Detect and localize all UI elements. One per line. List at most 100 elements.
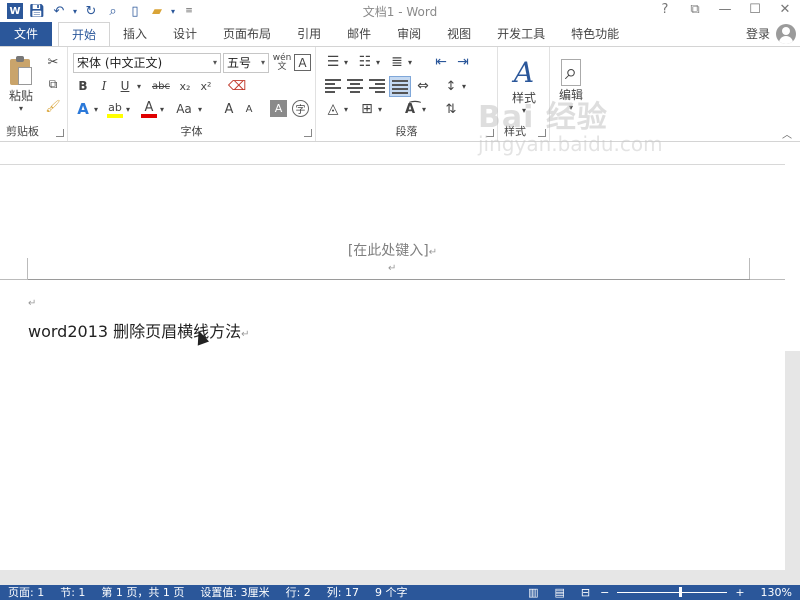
tab-7[interactable]: 视图: [434, 22, 484, 46]
change-case-button[interactable]: Aa: [172, 99, 196, 119]
styles-launcher-icon[interactable]: [538, 129, 546, 137]
numbering-icon[interactable]: ☷: [356, 53, 374, 71]
tab-3[interactable]: 页面布局: [210, 22, 284, 46]
status-section[interactable]: 节: 1: [52, 585, 93, 600]
distributed-align-icon[interactable]: ⇔: [414, 77, 432, 95]
multilevel-dropdown-icon[interactable]: ▾: [406, 53, 414, 71]
status-column[interactable]: 列: 17: [319, 585, 367, 600]
status-page[interactable]: 页面: 1: [0, 585, 52, 600]
decrease-indent-icon[interactable]: ⇤: [432, 53, 450, 71]
horizontal-scroll-area[interactable]: [0, 570, 800, 585]
tab-5[interactable]: 邮件: [334, 22, 384, 46]
font-launcher-icon[interactable]: [304, 129, 312, 137]
align-right-icon[interactable]: [368, 77, 386, 95]
bullets-icon[interactable]: ☰: [324, 53, 342, 71]
shrink-font-button[interactable]: A: [240, 99, 258, 119]
status-word-count[interactable]: 9 个字: [367, 585, 416, 600]
clear-formatting-icon[interactable]: ⌫: [228, 77, 246, 95]
borders-dropdown-icon[interactable]: ▾: [376, 99, 384, 119]
tab-8[interactable]: 开发工具: [484, 22, 558, 46]
sort-icon[interactable]: ⇅: [442, 99, 460, 119]
tab-2[interactable]: 设计: [160, 22, 210, 46]
bold-button[interactable]: B: [74, 77, 92, 95]
copy-icon[interactable]: ⧉: [44, 75, 62, 93]
zoom-level[interactable]: 130%: [747, 585, 800, 600]
grow-font-button[interactable]: A: [220, 99, 238, 119]
tab-9[interactable]: 特色功能: [558, 22, 632, 46]
character-border-icon[interactable]: A: [294, 54, 311, 71]
vertical-scrollbar[interactable]: [785, 351, 800, 570]
status-line[interactable]: 行: 2: [278, 585, 319, 600]
tab-6[interactable]: 审阅: [384, 22, 434, 46]
empty-paragraph-mark: ↵: [28, 298, 37, 309]
highlight-color-button[interactable]: ab: [106, 99, 124, 119]
header-rule-line: [28, 279, 750, 280]
phonetic-guide-icon[interactable]: wén 文: [273, 53, 292, 73]
tab-0[interactable]: 开始: [58, 22, 111, 47]
zoom-slider-thumb[interactable]: [679, 587, 683, 597]
collapse-ribbon-icon[interactable]: ︿: [780, 127, 794, 141]
format-painter-icon[interactable]: 🖌︎: [44, 97, 62, 115]
enclose-characters-icon[interactable]: 字: [292, 100, 309, 117]
line-spacing-dropdown-icon[interactable]: ▾: [460, 77, 468, 95]
avatar[interactable]: [776, 24, 796, 44]
highlight-dropdown-icon[interactable]: ▾: [124, 99, 132, 119]
styles-button[interactable]: A 样式 ▾: [502, 51, 546, 119]
underline-dropdown-icon[interactable]: ▾: [134, 77, 144, 95]
read-mode-icon[interactable]: ▥: [520, 585, 546, 600]
editing-dropdown-icon: ▾: [568, 102, 573, 112]
borders-icon[interactable]: ⊞: [358, 99, 376, 119]
ribbon-display-options-button[interactable]: ⧉: [680, 0, 710, 20]
numbering-dropdown-icon[interactable]: ▾: [374, 53, 382, 71]
body-text-paragraph[interactable]: word2013 删除页眉横线方法↵: [28, 318, 250, 342]
shading-icon[interactable]: ◬: [324, 99, 342, 119]
status-page-of[interactable]: 第 1 页，共 1 页: [93, 585, 192, 600]
zoom-in-icon[interactable]: +: [733, 585, 746, 600]
page-top-area: [0, 143, 785, 165]
zoom-out-icon[interactable]: −: [598, 585, 611, 600]
align-center-icon[interactable]: [346, 77, 364, 95]
underline-button[interactable]: U: [116, 77, 134, 95]
tab-file[interactable]: 文件: [0, 22, 52, 46]
editing-button[interactable]: ⌕ 编辑 ▾: [554, 51, 588, 119]
multilevel-list-icon[interactable]: ≣: [388, 53, 406, 71]
line-spacing-icon[interactable]: ↕: [442, 77, 460, 95]
chinese-layout-dropdown-icon[interactable]: ▾: [420, 99, 428, 119]
status-setting[interactable]: 设置值: 3厘米: [192, 585, 277, 600]
text-effects-icon[interactable]: A: [74, 99, 92, 119]
font-name-combo[interactable]: 宋体 (中文正文) ▾: [73, 53, 221, 73]
login-link[interactable]: 登录: [746, 22, 770, 46]
paragraph-launcher-icon[interactable]: [486, 129, 494, 137]
subscript-button[interactable]: x₂: [176, 77, 194, 95]
font-color-dropdown-icon[interactable]: ▾: [158, 99, 166, 119]
maximize-button[interactable]: ☐: [740, 0, 770, 20]
tab-4[interactable]: 引用: [284, 22, 334, 46]
web-layout-icon[interactable]: ⊟: [573, 585, 598, 600]
close-button[interactable]: ✕: [770, 0, 800, 20]
tab-1[interactable]: 插入: [110, 22, 160, 46]
cut-icon[interactable]: ✂: [44, 53, 62, 71]
document-page[interactable]: [在此处键入]↵ ↵ ↵ word2013 删除页眉横线方法↵: [0, 166, 785, 570]
text-effects-dropdown-icon[interactable]: ▾: [92, 99, 100, 119]
font-size-combo[interactable]: 五号 ▾: [223, 53, 269, 73]
italic-button[interactable]: I: [95, 77, 113, 95]
increase-indent-icon[interactable]: ⇥: [454, 53, 472, 71]
justify-button[interactable]: [389, 76, 411, 97]
font-color-button[interactable]: A: [140, 99, 158, 119]
header-placeholder[interactable]: [在此处键入]↵: [0, 240, 785, 260]
bullets-dropdown-icon[interactable]: ▾: [342, 53, 350, 71]
align-left-icon[interactable]: [324, 77, 342, 95]
paste-button[interactable]: 粘贴 ▾: [4, 53, 38, 115]
change-case-dropdown-icon[interactable]: ▾: [196, 99, 204, 119]
clipboard-launcher-icon[interactable]: [56, 129, 64, 137]
zoom-slider[interactable]: [617, 587, 728, 597]
chinese-layout-icon[interactable]: A͡: [400, 99, 420, 119]
superscript-button[interactable]: x²: [197, 77, 215, 95]
shading-dropdown-icon[interactable]: ▾: [342, 99, 350, 119]
help-button[interactable]: ?: [650, 0, 680, 20]
ribbon: 粘贴 ▾ ✂ ⧉ 🖌︎ 剪贴板 宋体 (中文正文) ▾ 五号 ▾ wén 文 A B …: [0, 46, 800, 142]
print-layout-icon[interactable]: ▤: [546, 585, 572, 600]
minimize-button[interactable]: —: [710, 0, 740, 20]
strikethrough-button[interactable]: abc: [148, 77, 174, 95]
character-shading-icon[interactable]: A: [270, 100, 287, 117]
